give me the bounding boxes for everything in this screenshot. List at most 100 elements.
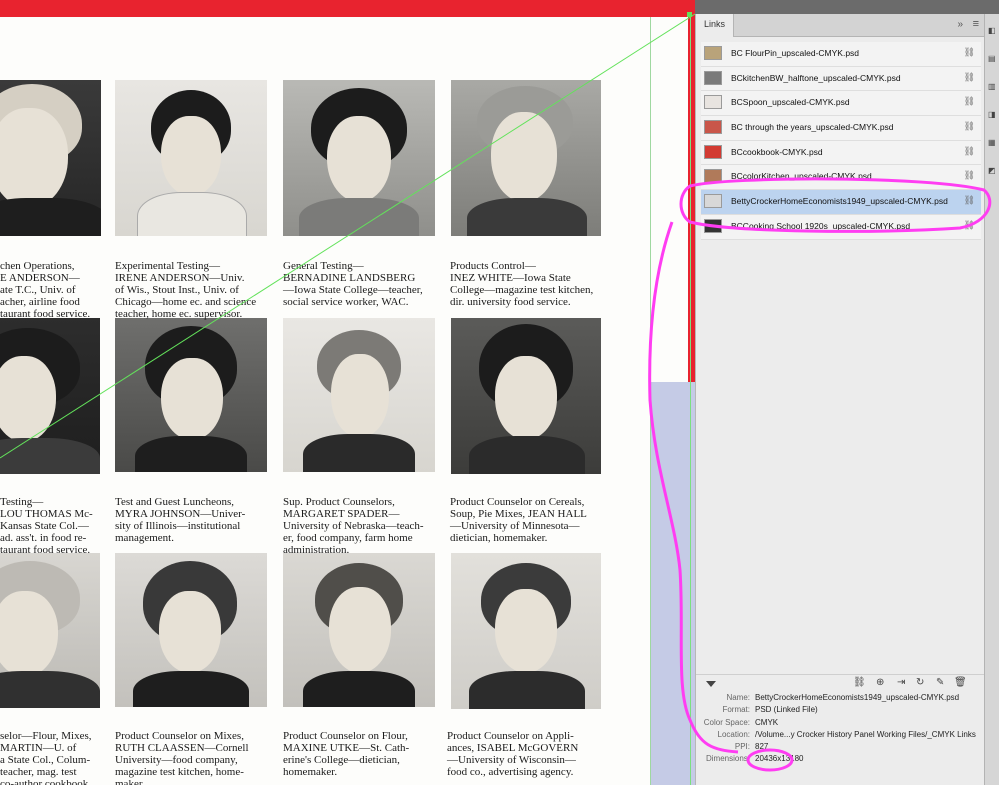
portrait-caption: Products Control— INEZ WHITE—Iowa State C… — [450, 260, 594, 308]
info-label: Location: — [717, 729, 750, 739]
edit-original-icon[interactable]: ✎ — [936, 677, 944, 688]
portrait-photo[interactable] — [451, 318, 601, 474]
portrait-caption: selor—Flour, Mixes, MARTIN—U. of a State … — [0, 730, 92, 785]
portrait-caption: Product Counselor on Cereals, Soup, Pie M… — [450, 496, 587, 544]
portrait-caption: Experimental Testing— IRENE ANDERSON—Univ… — [115, 260, 257, 320]
link-info-row: PPI: 827 — [696, 742, 985, 754]
link-thumbnail — [704, 144, 722, 159]
link-info-row: Format: PSD (Linked File) — [696, 705, 985, 717]
link-thumbnail — [704, 95, 722, 110]
pasteboard — [651, 382, 695, 785]
portrait-photo[interactable] — [283, 80, 435, 236]
document-canvas[interactable]: chen Operations, E ANDERSON— ate T.C., Un… — [0, 0, 695, 785]
link-row[interactable]: BCcolorKitchen_upscaled-CMYK.psd ⛓ — [701, 165, 981, 191]
portrait-photo[interactable] — [115, 318, 267, 472]
panel-icon[interactable]: ◧ — [988, 26, 997, 35]
portrait-caption: Product Counselor on Appli-ances, ISABEL… — [447, 730, 579, 778]
portrait-photo[interactable] — [283, 553, 435, 707]
info-label: PPI: — [734, 742, 750, 752]
info-value: CMYK — [755, 717, 779, 727]
link-thumbnail — [704, 70, 722, 85]
link-chain-icon[interactable]: ⛓ — [853, 677, 866, 688]
goto-link-icon[interactable]: ⇥ — [897, 677, 905, 688]
link-thumbnail — [704, 169, 722, 184]
bleed-area-top — [0, 0, 695, 17]
link-name: BCcolorKitchen_upscaled-CMYK.psd — [731, 171, 872, 182]
link-row[interactable]: BCSpoon_upscaled-CMYK.psd ⛓ — [701, 91, 981, 117]
frame-edge-guide — [690, 17, 691, 785]
link-chain-icon[interactable]: ⛓ — [964, 195, 975, 206]
right-tool-strip: ◧ ▤ ▥ ◨ ▦ ◩ — [984, 14, 999, 785]
links-panel: Links » ≡ BC FlourPin_upscaled-CMYK.psd ⛓… — [695, 14, 985, 785]
link-row[interactable]: BettyCrockerHomeEconomists1949_upscaled-… — [701, 190, 981, 215]
disclosure-triangle-icon[interactable] — [706, 681, 716, 687]
info-value: PSD (Linked File) — [755, 705, 818, 715]
link-chain-icon[interactable]: ⛓ — [964, 146, 975, 157]
portrait-photo[interactable] — [451, 553, 601, 709]
link-chain-icon[interactable]: ⛓ — [964, 220, 975, 231]
panel-icon[interactable]: ◩ — [988, 166, 997, 175]
portrait-photo[interactable] — [115, 80, 267, 236]
link-row[interactable]: BCcookbook-CMYK.psd ⛓ — [701, 140, 981, 166]
info-value: 827 — [755, 742, 769, 752]
info-label: Name: — [726, 693, 750, 702]
panel-icon[interactable]: ▤ — [988, 54, 997, 63]
info-value: 20436x13180 — [755, 754, 804, 764]
link-info-row: Color Space: CMYK — [696, 718, 985, 730]
collapse-panel-icon[interactable]: » — [957, 19, 963, 30]
info-label: Dimensions: — [705, 754, 750, 764]
panel-icon[interactable]: ▦ — [988, 138, 997, 147]
link-chain-icon[interactable]: ⛓ — [964, 96, 975, 107]
link-info-row: Name: BettyCrockerHomeEconomists1949_upsc… — [696, 693, 985, 705]
link-chain-icon[interactable]: ⛓ — [964, 121, 975, 132]
link-row[interactable]: BCkitchenBW_halftone_upscaled-CMYK.psd ⛓ — [701, 66, 981, 92]
portrait-caption: Product Counselor on Mixes, RUTH CLAASSEN… — [115, 730, 249, 785]
link-chain-icon[interactable]: ⛓ — [964, 47, 975, 58]
portrait-photo[interactable] — [451, 80, 601, 236]
link-row[interactable]: BC FlourPin_upscaled-CMYK.psd ⛓ — [701, 42, 981, 67]
link-info-row: Location: /Volume...y Crocker History Pan… — [696, 730, 985, 742]
panel-tab-bar: Links » ≡ — [696, 14, 985, 37]
link-thumbnail — [704, 46, 722, 60]
portrait-photo[interactable] — [0, 553, 100, 708]
update-link-icon[interactable]: ↻ — [916, 677, 924, 688]
portrait-photo[interactable] — [0, 318, 100, 474]
panel-icon[interactable]: ▥ — [988, 82, 997, 91]
link-name: BC through the years_upscaled-CMYK.psd — [731, 122, 894, 133]
link-thumbnail — [704, 120, 722, 135]
portrait-photo[interactable] — [0, 80, 101, 236]
link-name: BC FlourPin_upscaled-CMYK.psd — [731, 48, 860, 58]
tab-links[interactable]: Links — [696, 14, 735, 37]
link-name: BCkitchenBW_halftone_upscaled-CMYK.psd — [731, 72, 901, 83]
portrait-caption: Test and Guest Luncheons, MYRA JOHNSON—Un… — [115, 496, 246, 544]
link-row[interactable]: BCCooking School 1920s_upscaled-CMYK.psd… — [701, 214, 981, 240]
portrait-caption: chen Operations, E ANDERSON— ate T.C., Un… — [0, 260, 91, 320]
link-chain-icon[interactable]: ⛓ — [964, 170, 975, 181]
links-toolbar: ⛓ ⊕ ⇥ ↻ ✎ 🗑 — [696, 674, 985, 692]
link-name: BCCooking School 1920s_upscaled-CMYK.psd — [731, 220, 911, 231]
info-value: BettyCrockerHomeEconomists1949_upscaled-… — [755, 693, 960, 702]
link-info-section: Name: BettyCrockerHomeEconomists1949_upsc… — [696, 693, 985, 767]
link-chain-icon[interactable]: ⛓ — [964, 72, 975, 83]
info-label: Color Space: — [703, 717, 750, 727]
portrait-caption: General Testing— BERNADINE LANDSBERG —Iow… — [283, 260, 423, 308]
trash-icon[interactable]: 🗑 — [954, 677, 967, 688]
portrait-caption: Sup. Product Counselors, MARGARET SPADER—… — [283, 496, 424, 556]
link-info-row: Dimensions: 20436x13180 — [696, 754, 985, 766]
link-name: BettyCrockerHomeEconomists1949_upscaled-… — [731, 196, 948, 207]
link-row[interactable]: BC through the years_upscaled-CMYK.psd ⛓ — [701, 116, 981, 141]
link-name: BCcookbook-CMYK.psd — [731, 146, 823, 157]
panel-icon[interactable]: ◨ — [988, 110, 997, 119]
info-value: /Volume...y Crocker History Panel Workin… — [755, 729, 976, 739]
portrait-photo[interactable] — [283, 318, 435, 472]
links-list: BC FlourPin_upscaled-CMYK.psd ⛓ BCkitchenB… — [701, 42, 981, 240]
relink-icon[interactable]: ⊕ — [876, 677, 884, 688]
portrait-photo[interactable] — [115, 553, 267, 707]
panel-menu-icon[interactable]: ≡ — [973, 18, 979, 30]
page-edge-guide — [650, 17, 651, 785]
link-thumbnail — [704, 194, 722, 209]
portrait-caption: Product Counselor on Flour, MAXINE UTKE—S… — [283, 730, 410, 778]
link-thumbnail — [704, 218, 722, 233]
link-name: BCSpoon_upscaled-CMYK.psd — [731, 97, 850, 108]
info-label: Format: — [722, 705, 750, 715]
